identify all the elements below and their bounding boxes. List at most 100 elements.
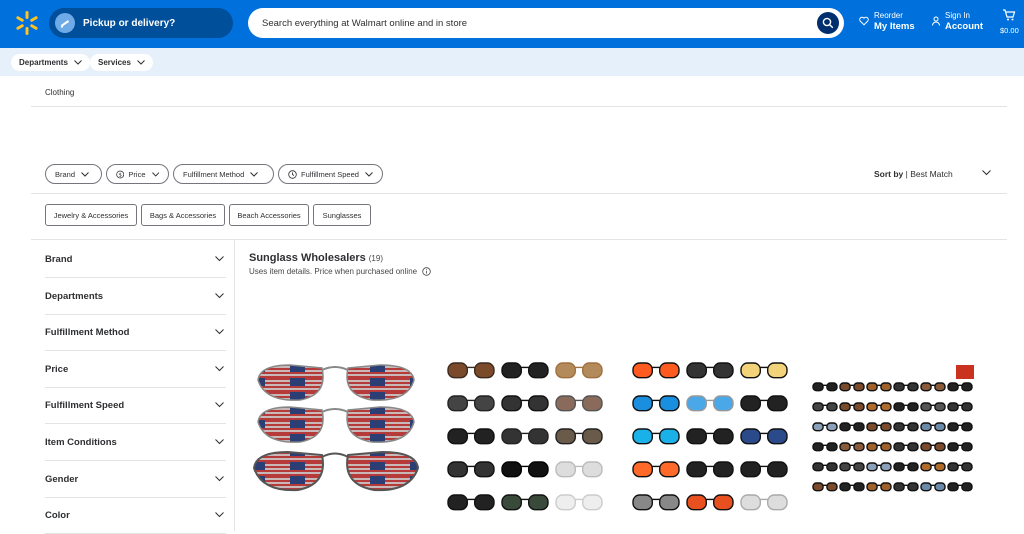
- sunglasses-item: [632, 428, 680, 445]
- chevron-down-icon: [250, 171, 259, 177]
- category-beach-accessories[interactable]: Beach Accessories: [229, 204, 309, 226]
- chevron-down-icon: [151, 171, 159, 177]
- chevron-down-icon: [215, 329, 224, 335]
- sidebar-facet-label: Item Conditions: [45, 437, 117, 448]
- cart-total: $0.00: [1000, 26, 1019, 35]
- product-image-assorted-sunglasses-3[interactable]: [808, 355, 978, 525]
- sunglasses-item: [947, 442, 973, 452]
- sidebar-facet-label: Departments: [45, 290, 104, 302]
- aviator-pair-2: [257, 406, 415, 443]
- sunglasses-item: [447, 428, 495, 445]
- filter-brand-label: Brand: [55, 169, 76, 179]
- search-input[interactable]: Search everything at Walmart online and …: [248, 8, 844, 38]
- sidebar-facet-fulfillment-speed[interactable]: Fulfillment Speed: [45, 388, 226, 425]
- sidebar-facet-label: Price: [45, 363, 69, 375]
- section-subtitle-text: Uses item details. Price when purchased …: [249, 267, 418, 276]
- departments-label: Departments: [19, 58, 68, 67]
- chevron-down-icon: [81, 171, 89, 177]
- sunglasses-item: [866, 382, 892, 392]
- sunglasses-item: [947, 482, 973, 492]
- chevron-down-icon: [215, 475, 224, 481]
- aviator-pair-1: [257, 364, 415, 401]
- sidebar-facet-brand[interactable]: Brand: [45, 242, 226, 278]
- divider: [31, 106, 1007, 107]
- sunglasses-item: [947, 462, 973, 472]
- sunglasses-item: [812, 402, 838, 412]
- sort-by[interactable]: Sort by | Best Match: [874, 169, 953, 179]
- product-image-assorted-sunglasses-2[interactable]: [625, 355, 795, 525]
- sunglasses-item: [893, 442, 919, 452]
- sunglasses-item: [812, 442, 838, 452]
- sunglasses-item: [686, 362, 734, 379]
- sidebar-facet-label: Fulfillment Method: [45, 327, 130, 339]
- category-jewelry-accessories[interactable]: Jewelry & Accessories: [45, 204, 137, 226]
- pickup-label: Pickup or delivery?: [83, 17, 176, 29]
- cart-icon[interactable]: [1002, 9, 1016, 21]
- pickup-delivery-button[interactable]: Pickup or delivery?: [49, 8, 233, 38]
- sunglasses-item: [632, 494, 680, 511]
- sunglasses-item: [920, 442, 946, 452]
- chevron-down-icon: [215, 512, 224, 518]
- sidebar-facet-gender[interactable]: Gender: [45, 462, 226, 498]
- top-header: Pickup or delivery? Search everything at…: [0, 0, 1024, 48]
- sunglasses-item: [839, 382, 865, 392]
- chevron-down-icon: [215, 365, 224, 372]
- account-signin[interactable]: Sign In Account: [945, 10, 983, 32]
- sunglasses-item: [893, 462, 919, 472]
- sunglasses-item: [501, 428, 549, 445]
- section-count: (19): [368, 254, 383, 263]
- product-image-flag-aviators[interactable]: [250, 350, 420, 520]
- section-subtitle: Uses item details. Price when purchased …: [249, 267, 431, 276]
- sunglasses-item: [632, 362, 680, 379]
- sunglasses-item: [947, 402, 973, 412]
- sidebar-facet-price[interactable]: Price: [45, 352, 226, 388]
- sunglasses-item: [866, 422, 892, 432]
- sunglasses-item: [839, 462, 865, 472]
- svg-text:$: $: [118, 172, 122, 178]
- sunglasses-item: [866, 482, 892, 492]
- info-icon[interactable]: [422, 267, 431, 276]
- sunglasses-item: [812, 422, 838, 432]
- sunglasses-item: [740, 395, 788, 412]
- sunglasses-item: [447, 461, 495, 478]
- sunglasses-item: [555, 494, 603, 511]
- user-icon: [932, 16, 940, 26]
- filter-price[interactable]: $ Price: [106, 164, 169, 184]
- reorder-my-items[interactable]: Reorder My Items: [874, 10, 915, 32]
- sidebar-facet-item-conditions[interactable]: Item Conditions: [45, 425, 226, 461]
- walmart-spark-logo[interactable]: [14, 10, 40, 36]
- sunglasses-item: [740, 494, 788, 511]
- category-bags-accessories[interactable]: Bags & Accessories: [141, 204, 225, 226]
- sort-label: Sort by: [874, 169, 904, 179]
- sidebar-facet-color[interactable]: Color: [45, 498, 226, 534]
- filter-fulfillment-method[interactable]: Fulfillment Method: [173, 164, 274, 184]
- sunglasses-item: [447, 395, 495, 412]
- search-button[interactable]: [817, 12, 839, 34]
- sunglasses-item: [839, 442, 865, 452]
- departments-menu[interactable]: Departments: [11, 54, 90, 71]
- sidebar-divider: [234, 240, 235, 531]
- sunglasses-item: [893, 402, 919, 412]
- category-sunglasses[interactable]: Sunglasses: [313, 204, 371, 226]
- sidebar-facet-departments[interactable]: Departments: [45, 279, 226, 315]
- sidebar-facet-fulfillment-method[interactable]: Fulfillment Method: [45, 315, 226, 352]
- section-title: Sunglass Wholesalers (19): [249, 252, 383, 264]
- services-menu[interactable]: Services: [90, 54, 153, 71]
- filter-fulfillment-method-label: Fulfillment Method: [183, 169, 245, 179]
- product-image-assorted-sunglasses-1[interactable]: [440, 355, 610, 525]
- chevron-down-icon: [215, 292, 224, 298]
- sunglasses-item: [920, 462, 946, 472]
- chevron-down-icon[interactable]: [982, 170, 991, 176]
- sunglasses-item: [740, 428, 788, 445]
- breadcrumb[interactable]: Clothing: [45, 88, 74, 97]
- services-label: Services: [98, 58, 131, 67]
- sunglasses-item: [555, 428, 603, 445]
- filter-brand[interactable]: Brand: [45, 164, 102, 184]
- heart-icon: [859, 16, 869, 26]
- chevron-down-icon: [137, 60, 145, 65]
- reorder-label: Reorder: [874, 11, 903, 20]
- filter-fulfillment-speed[interactable]: Fulfillment Speed: [278, 164, 383, 184]
- sidebar-facet-label: Color: [45, 510, 70, 522]
- clock-icon: [288, 169, 297, 179]
- sunglasses-item: [839, 422, 865, 432]
